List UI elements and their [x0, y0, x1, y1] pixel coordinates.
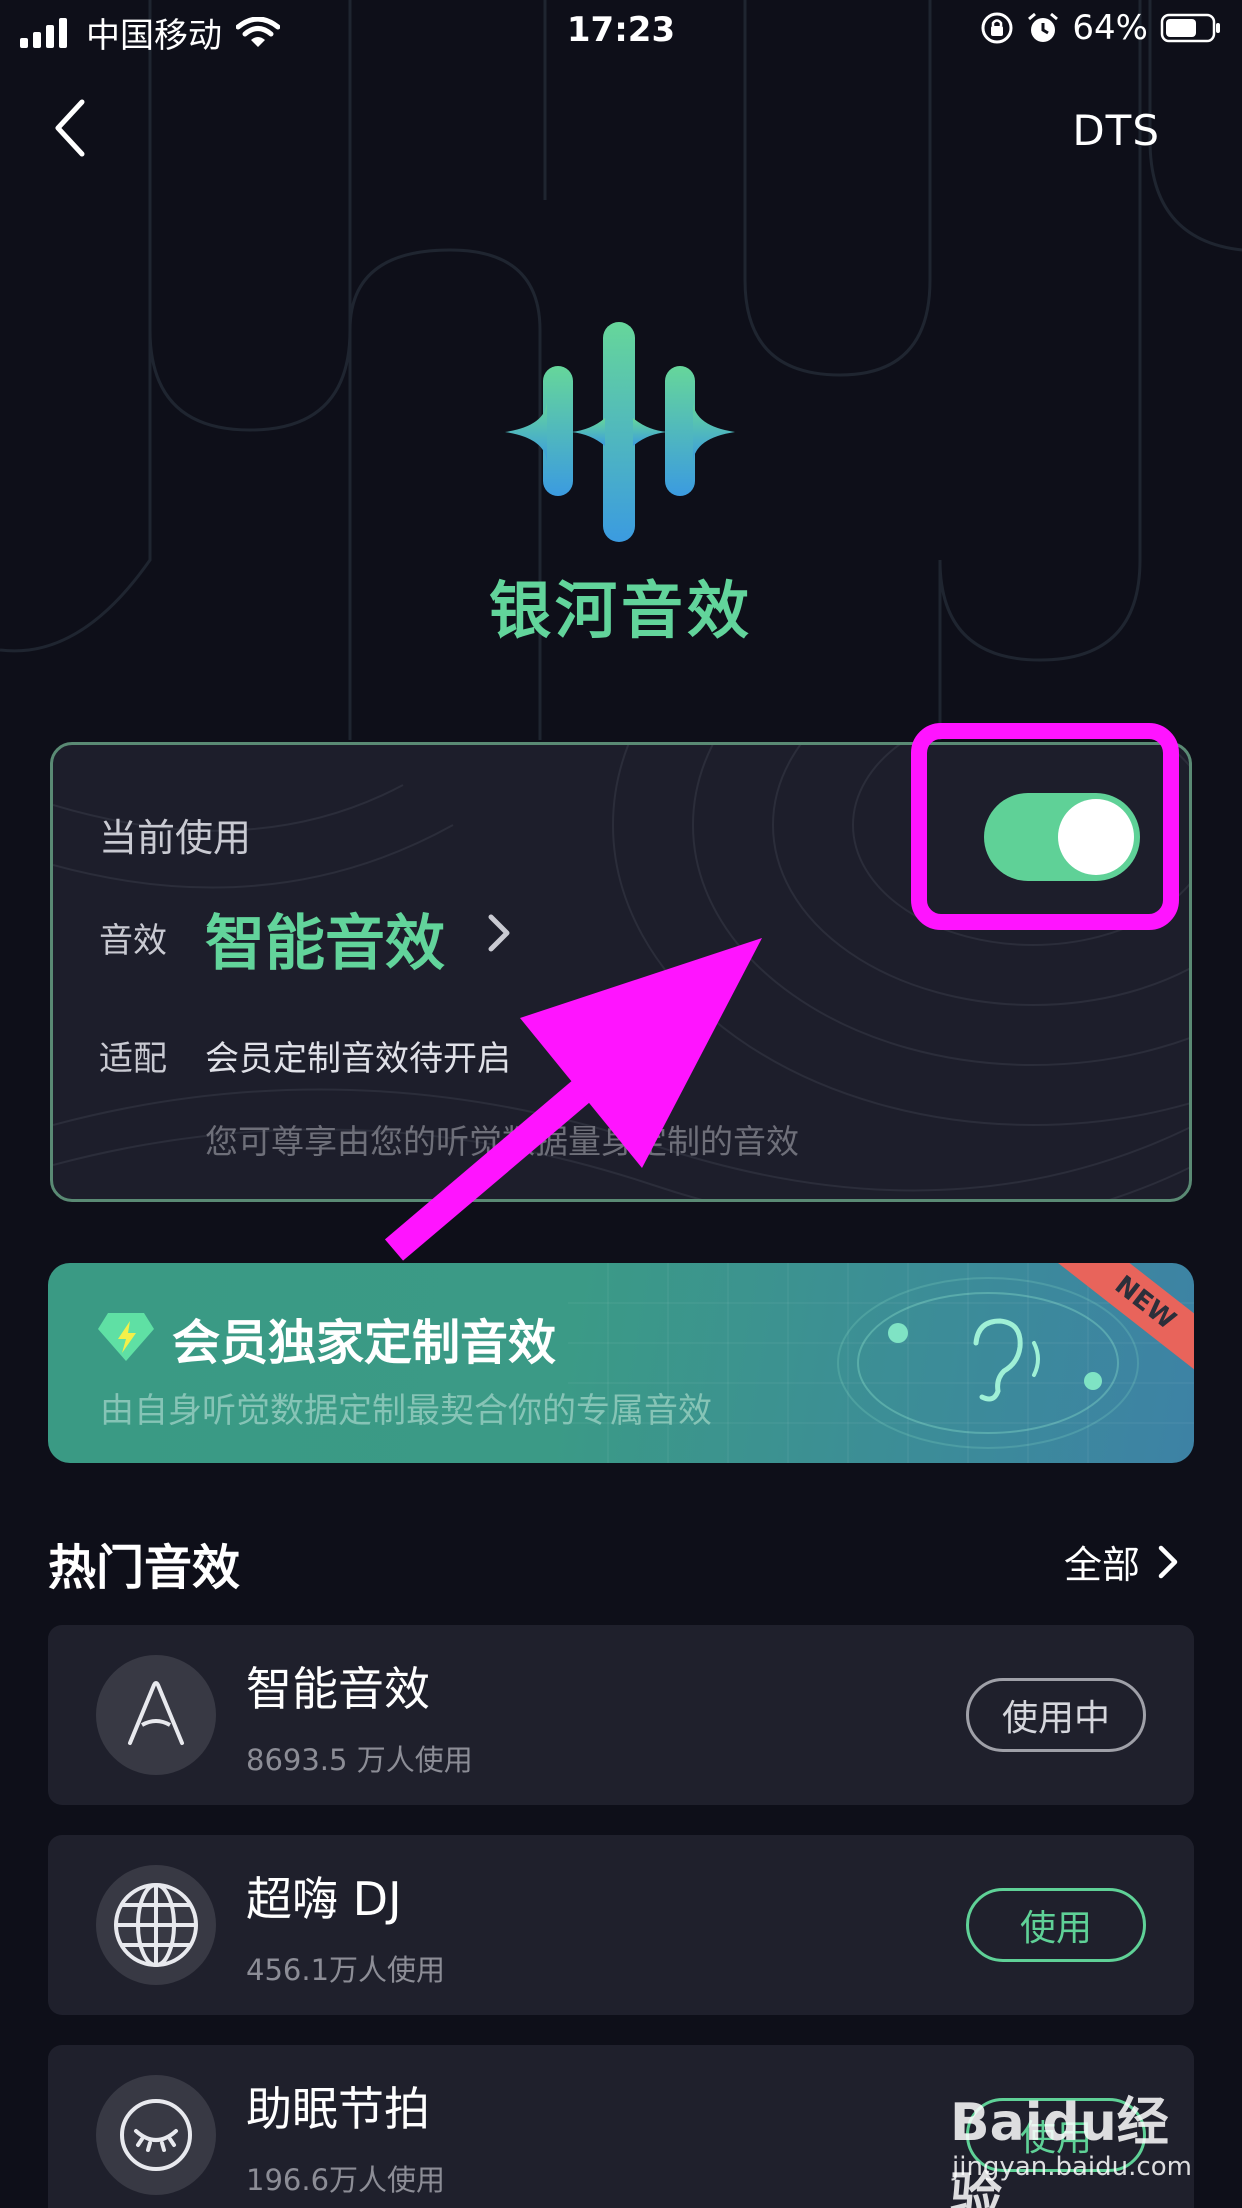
adapt-key-label: 适配 [99, 1039, 167, 1079]
galaxy-sound-logo-icon [505, 322, 735, 542]
battery-percent: 64% [1072, 8, 1148, 48]
effect-usage-count: 8693.5 万人使用 [246, 1743, 473, 1777]
vip-custom-banner[interactable]: 会员独家定制音效 由自身听觉数据定制最契合你的专属音效 NEW [48, 1263, 1194, 1463]
sleep-eye-icon [96, 2075, 216, 2195]
effect-name: 助眠节拍 [246, 2082, 430, 2136]
baidu-watermark: Baidu经验 jingyan.baidu.com [950, 2080, 1192, 2208]
effect-usage-count: 196.6万人使用 [246, 2163, 446, 2197]
diamond-icon [98, 1313, 154, 1361]
vip-title: 会员独家定制音效 [172, 1315, 557, 1371]
watermark-text: Baidu经验 [950, 2093, 1169, 2208]
watermark-url: jingyan.baidu.com [952, 2152, 1192, 2182]
status-right: 64% [980, 8, 1222, 48]
letter-a-icon [96, 1655, 216, 1775]
dts-button[interactable]: DTS [1072, 106, 1160, 155]
logo-text: 银河音效 [488, 574, 753, 647]
alarm-icon [1028, 12, 1059, 42]
rotation-lock-icon [981, 12, 1013, 44]
back-icon[interactable] [44, 96, 100, 160]
annotation-arrow-icon [384, 938, 762, 1261]
highlight-box [911, 723, 1179, 930]
battery-icon [1160, 13, 1220, 43]
chevron-right-icon [1158, 1545, 1178, 1578]
current-in-use-label: 当前使用 [99, 816, 252, 860]
effect-usage-count: 456.1万人使用 [246, 1953, 446, 1987]
effect-name: 超嗨 DJ [246, 1872, 402, 1926]
in-use-button[interactable]: 使用中 [966, 1678, 1146, 1752]
effect-name: 智能音效 [246, 1662, 430, 1716]
use-button[interactable]: 使用 [966, 1888, 1146, 1962]
list-item[interactable]: 超嗨 DJ 456.1万人使用 使用 [48, 1835, 1194, 2015]
list-item[interactable]: 智能音效 8693.5 万人使用 使用中 [48, 1625, 1194, 1805]
effect-key-label: 音效 [99, 921, 167, 961]
view-all-label: 全部 [1063, 1543, 1140, 1587]
status-bar: 中国移动 17:23 64% [0, 0, 1242, 62]
view-all-button[interactable]: 全部 [1064, 1534, 1180, 1589]
hot-section-title: 热门音效 [48, 1540, 241, 1596]
vip-subtitle: 由自身听觉数据定制最契合你的专属音效 [100, 1391, 712, 1431]
globe-icon [96, 1865, 216, 1985]
